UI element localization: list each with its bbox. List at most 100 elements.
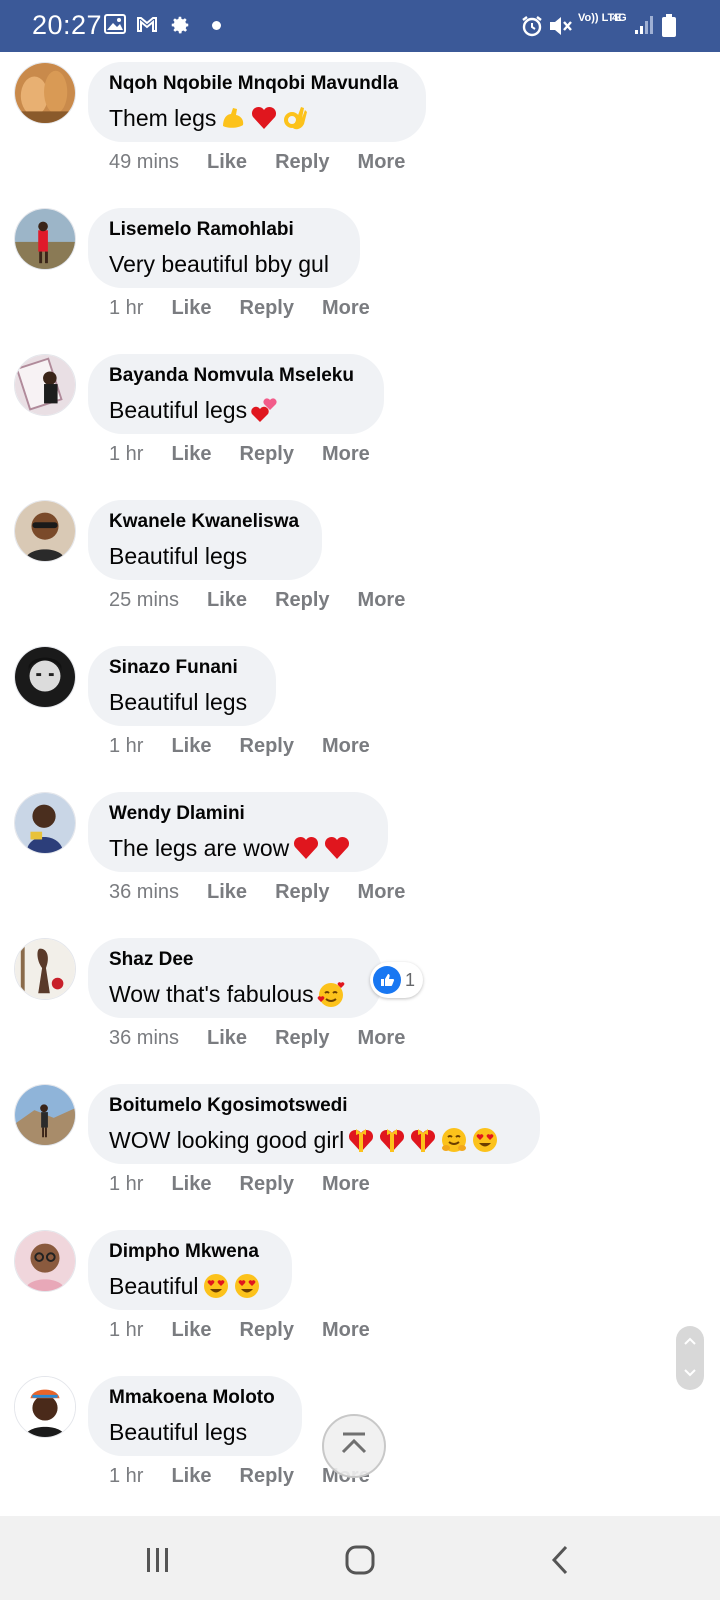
fast-scroll-handle[interactable] [676, 1326, 704, 1390]
comment-timestamp: 25 mins [109, 588, 180, 611]
more-link[interactable]: More [358, 589, 406, 612]
reaction-badge[interactable]: 1 [370, 962, 424, 998]
reaction-count: 1 [405, 969, 416, 990]
avatar[interactable] [14, 646, 76, 708]
reply-link[interactable]: Reply [240, 1173, 294, 1196]
comment-timestamp: 49 mins [109, 150, 180, 173]
comment-meta: 1 hr Like Reply More [109, 1317, 398, 1343]
avatar[interactable] [14, 500, 76, 562]
scroll-to-top-button[interactable] [322, 1414, 386, 1478]
reply-link[interactable]: Reply [275, 1027, 329, 1050]
hugging-face-emoji [440, 1126, 468, 1154]
ok-hand-emoji [281, 104, 309, 132]
reply-link[interactable]: Reply [275, 589, 329, 612]
comment-text: The legs are wow [109, 835, 290, 861]
comment-bubble[interactable]: Kwanele Kwaneliswa Beautiful legs [88, 500, 322, 580]
comment-bubble[interactable]: Nqoh Nqobile Mnqobi Mavundla Them legs [88, 62, 426, 142]
comment-text: Beautiful [109, 1273, 199, 1299]
reply-link[interactable]: Reply [275, 881, 329, 904]
gallery-icon [104, 14, 126, 39]
like-link[interactable]: Like [171, 1173, 211, 1196]
comment-author[interactable]: Wendy Dlamini [109, 802, 366, 826]
comment-meta: 49 mins Like Reply More [109, 149, 433, 175]
heart-with-ribbon-emoji [378, 1126, 406, 1154]
back-icon[interactable] [548, 1544, 572, 1581]
comment-bubble[interactable]: Lisemelo Ramohlabi Very beautiful bby gu… [88, 208, 360, 288]
more-link[interactable]: More [322, 1173, 370, 1196]
comment-bubble[interactable]: Sinazo Funani Beautiful legs [88, 646, 276, 726]
avatar[interactable] [14, 1230, 76, 1292]
avatar[interactable] [14, 208, 76, 270]
comment-bubble[interactable]: Shaz Dee Wow that's fabulous [88, 938, 382, 1018]
more-link[interactable]: More [322, 1319, 370, 1342]
comment-author[interactable]: Mmakoena Moloto [109, 1386, 280, 1410]
comment: Kwanele Kwaneliswa Beautiful legs 25 min… [0, 490, 720, 636]
more-link[interactable]: More [358, 881, 406, 904]
comment-author[interactable]: Bayanda Nomvula Mseleku [109, 364, 362, 388]
comment: Lisemelo Ramohlabi Very beautiful bby gu… [0, 198, 720, 344]
like-link[interactable]: Like [171, 443, 211, 466]
comment-author[interactable]: Boitumelo Kgosimotswedi [109, 1094, 518, 1118]
more-link[interactable]: More [322, 297, 370, 320]
like-link[interactable]: Like [207, 151, 247, 174]
like-link[interactable]: Like [171, 1465, 211, 1488]
like-link[interactable]: Like [171, 1319, 211, 1342]
avatar[interactable] [14, 62, 76, 124]
avatar[interactable] [14, 792, 76, 854]
reply-link[interactable]: Reply [240, 735, 294, 758]
comment-text: Beautiful legs [109, 397, 248, 423]
avatar[interactable] [14, 938, 76, 1000]
comment: Nqoh Nqobile Mnqobi Mavundla Them legs 4… [0, 52, 720, 198]
reply-link[interactable]: Reply [240, 297, 294, 320]
comment-timestamp: 1 hr [109, 1318, 144, 1341]
comment-bubble[interactable]: Dimpho Mkwena Beautiful [88, 1230, 292, 1310]
comment-author[interactable]: Shaz Dee [109, 948, 360, 972]
reply-link[interactable]: Reply [275, 151, 329, 174]
avatar[interactable] [14, 354, 76, 416]
comment-text: Beautiful legs [109, 1419, 248, 1445]
comment-author[interactable]: Sinazo Funani [109, 656, 254, 680]
more-link[interactable]: More [322, 443, 370, 466]
comment-meta: 1 hr Like Reply More [109, 441, 398, 467]
like-link[interactable]: Like [207, 1027, 247, 1050]
chevron-down-icon[interactable] [683, 1365, 697, 1383]
like-link[interactable]: Like [207, 589, 247, 612]
comment-bubble[interactable]: Wendy Dlamini The legs are wow [88, 792, 388, 872]
gmail-icon [136, 14, 158, 39]
comment-timestamp: 1 hr [109, 442, 144, 465]
comment-meta: 25 mins Like Reply More [109, 587, 433, 613]
comment-author[interactable]: Nqoh Nqobile Mnqobi Mavundla [109, 72, 404, 96]
comment-author[interactable]: Dimpho Mkwena [109, 1240, 270, 1264]
comment-meta: 36 mins Like Reply More [109, 1025, 433, 1051]
like-link[interactable]: Like [171, 735, 211, 758]
comment-text: Beautiful legs [109, 689, 248, 715]
comment: Shaz Dee Wow that's fabulous 1 36 mins L… [0, 928, 720, 1074]
like-link[interactable]: Like [207, 881, 247, 904]
reply-link[interactable]: Reply [240, 1465, 294, 1488]
like-link[interactable]: Like [171, 297, 211, 320]
flexed-biceps-emoji [219, 104, 247, 132]
comment: Bayanda Nomvula Mseleku Beautiful legs 1… [0, 344, 720, 490]
more-link[interactable]: More [358, 1027, 406, 1050]
comment-author[interactable]: Kwanele Kwaneliswa [109, 510, 300, 534]
comment-author[interactable]: Lisemelo Ramohlabi [109, 218, 338, 242]
red-heart-emoji [323, 834, 351, 862]
heart-eyes-emoji [233, 1272, 261, 1300]
heart-eyes-emoji [471, 1126, 499, 1154]
chevron-up-icon[interactable] [683, 1333, 697, 1351]
heart-with-ribbon-emoji [409, 1126, 437, 1154]
more-link[interactable]: More [322, 735, 370, 758]
more-link[interactable]: More [358, 151, 406, 174]
comment-bubble[interactable]: Boitumelo Kgosimotswedi WOW looking good… [88, 1084, 540, 1164]
reply-link[interactable]: Reply [240, 1319, 294, 1342]
avatar[interactable] [14, 1084, 76, 1146]
comment-bubble[interactable]: Mmakoena Moloto Beautiful legs [88, 1376, 302, 1456]
avatar[interactable] [14, 1376, 76, 1438]
reply-link[interactable]: Reply [240, 443, 294, 466]
status-bar: 20:27 Vo)) LTE 4G [0, 0, 720, 52]
comment-text: Very beautiful bby gul [109, 251, 329, 277]
comment-bubble[interactable]: Bayanda Nomvula Mseleku Beautiful legs [88, 354, 384, 434]
comment-text: Wow that's fabulous [109, 981, 314, 1007]
home-icon[interactable] [344, 1544, 376, 1581]
recent-apps-icon[interactable] [144, 1546, 172, 1579]
